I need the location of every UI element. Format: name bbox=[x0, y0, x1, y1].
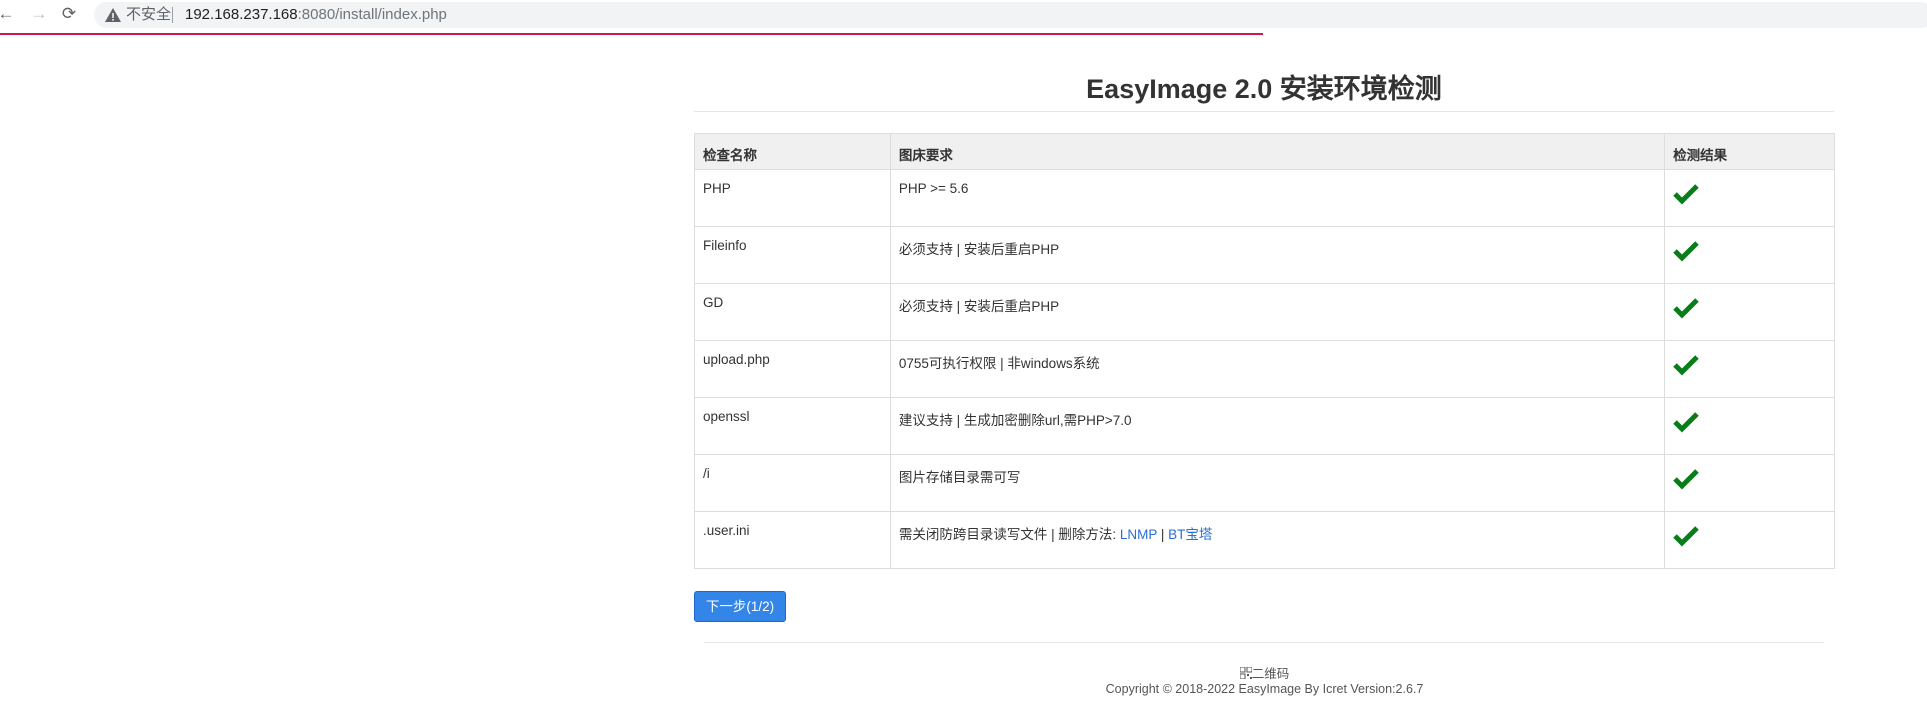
check-name: PHP bbox=[694, 169, 891, 227]
requirement: 必须支持 | 安装后重启PHP bbox=[889, 226, 1666, 284]
result-cell bbox=[1664, 340, 1835, 398]
security-label[interactable]: 不安全 bbox=[126, 6, 171, 24]
requirement: 建议支持 | 生成加密删除url,需PHP>7.0 bbox=[889, 397, 1666, 455]
check-name: .user.ini bbox=[694, 511, 891, 569]
requirement: 必须支持 | 安装后重启PHP bbox=[889, 283, 1666, 341]
address-bar[interactable]: 不安全 192.168.237.168:8080/install/index.p… bbox=[94, 2, 1927, 28]
result-cell bbox=[1664, 511, 1835, 569]
page-load-progress bbox=[0, 33, 1263, 35]
header-check-name: 检查名称 bbox=[694, 133, 891, 170]
qr-code-icon bbox=[1239, 666, 1253, 680]
check-name: Fileinfo bbox=[694, 226, 891, 284]
requirement: PHP >= 5.6 bbox=[889, 169, 1666, 227]
url-path: :8080/install/index.php bbox=[297, 6, 447, 23]
page-title: EasyImage 2.0 安装环境检测 bbox=[1086, 74, 1442, 104]
table-row: GD 必须支持 | 安装后重启PHP bbox=[694, 283, 1835, 341]
table-row: /i 图片存储目录需可写 bbox=[694, 454, 1835, 512]
environment-check-table: 检查名称 图床要求 检测结果 PHP PHP >= 5.6 Fileinfo 必… bbox=[694, 133, 1835, 569]
next-step-button[interactable]: 下一步(1/2) bbox=[694, 591, 786, 622]
forward-arrow-icon[interactable]: → bbox=[28, 3, 50, 25]
check-icon bbox=[1673, 298, 1699, 319]
qr-code-label: 二维码 bbox=[1251, 667, 1290, 681]
table-row: Fileinfo 必须支持 | 安装后重启PHP bbox=[694, 226, 1835, 284]
header-result: 检测结果 bbox=[1664, 133, 1835, 170]
table-header-row: 检查名称 图床要求 检测结果 bbox=[694, 133, 1835, 170]
check-name: GD bbox=[694, 283, 891, 341]
table-row: .user.ini 需关闭防跨目录读写文件 | 删除方法: LNMP | BT宝… bbox=[694, 511, 1835, 569]
result-cell bbox=[1664, 226, 1835, 284]
result-cell bbox=[1664, 397, 1835, 455]
check-icon bbox=[1673, 184, 1699, 205]
link-separator: | bbox=[1157, 527, 1169, 542]
requirement: 0755可执行权限 | 非windows系统 bbox=[889, 340, 1666, 398]
address-divider bbox=[172, 7, 173, 23]
footer-divider bbox=[704, 642, 1824, 643]
check-name: /i bbox=[694, 454, 891, 512]
check-name: openssl bbox=[694, 397, 891, 455]
result-cell bbox=[1664, 169, 1835, 227]
footer-copyright: Copyright © 2018-2022 EasyImage By Icret… bbox=[1105, 682, 1424, 696]
result-cell bbox=[1664, 283, 1835, 341]
header-requirement: 图床要求 bbox=[889, 133, 1666, 170]
requirement: 需关闭防跨目录读写文件 | 删除方法: LNMP | BT宝塔 bbox=[889, 511, 1666, 569]
bt-panel-link[interactable]: BT宝塔 bbox=[1168, 527, 1212, 542]
table-row: upload.php 0755可执行权限 | 非windows系统 bbox=[694, 340, 1835, 398]
lnmp-link[interactable]: LNMP bbox=[1120, 527, 1157, 542]
reload-icon[interactable]: ⟳ bbox=[58, 3, 80, 25]
url-text[interactable]: 192.168.237.168:8080/install/index.php bbox=[185, 6, 447, 24]
requirement: 图片存储目录需可写 bbox=[889, 454, 1666, 512]
check-name: upload.php bbox=[694, 340, 891, 398]
check-icon bbox=[1673, 469, 1699, 490]
browser-toolbar: ← → ⟳ 不安全 192.168.237.168:8080/install/i… bbox=[0, 0, 1927, 30]
check-icon bbox=[1673, 241, 1699, 262]
footer-qr-code[interactable]: 二维码 bbox=[694, 663, 1835, 682]
back-arrow-icon[interactable]: ← bbox=[0, 3, 17, 25]
url-host: 192.168.237.168 bbox=[185, 6, 298, 23]
result-cell bbox=[1664, 454, 1835, 512]
check-icon bbox=[1673, 355, 1699, 376]
table-row: PHP PHP >= 5.6 bbox=[694, 169, 1835, 227]
check-icon bbox=[1673, 412, 1699, 433]
warning-icon[interactable] bbox=[104, 6, 122, 24]
table-row: openssl 建议支持 | 生成加密删除url,需PHP>7.0 bbox=[694, 397, 1835, 455]
check-icon bbox=[1673, 526, 1699, 547]
requirement-text: 需关闭防跨目录读写文件 | 删除方法: bbox=[898, 527, 1120, 542]
title-divider bbox=[694, 111, 1834, 112]
